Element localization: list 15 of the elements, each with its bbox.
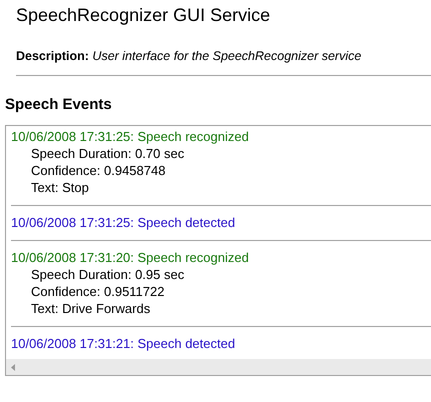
section-heading: Speech Events bbox=[5, 95, 113, 115]
event-detail: Confidence: 0.9458748 bbox=[30, 162, 166, 179]
description-text: Description: User interface for the SpeechRecognizer service bbox=[16, 48, 362, 64]
page-title: SpeechRecognizer GUI Service bbox=[16, 4, 272, 26]
event-detail: Confidence: 0.9511722 bbox=[30, 283, 166, 300]
event-heading: 10/06/2008 17:31:25: Speech recognized bbox=[11, 128, 250, 145]
event-heading: 10/06/2008 17:31:21: Speech detected bbox=[11, 335, 236, 352]
event-detail: Text: Stop bbox=[30, 179, 90, 196]
event-heading: 10/06/2008 17:31:20: Speech recognized bbox=[11, 249, 250, 266]
event-detail: Speech Duration: 0.95 sec bbox=[30, 266, 186, 283]
event-detail: Text: Drive Forwards bbox=[30, 300, 152, 317]
horizontal-scrollbar[interactable] bbox=[6, 359, 431, 375]
event-heading: 10/06/2008 17:31:25: Speech detected bbox=[11, 214, 236, 231]
event-detail: Speech Duration: 0.70 sec bbox=[30, 145, 186, 162]
scroll-left-arrow-icon[interactable] bbox=[11, 364, 15, 370]
